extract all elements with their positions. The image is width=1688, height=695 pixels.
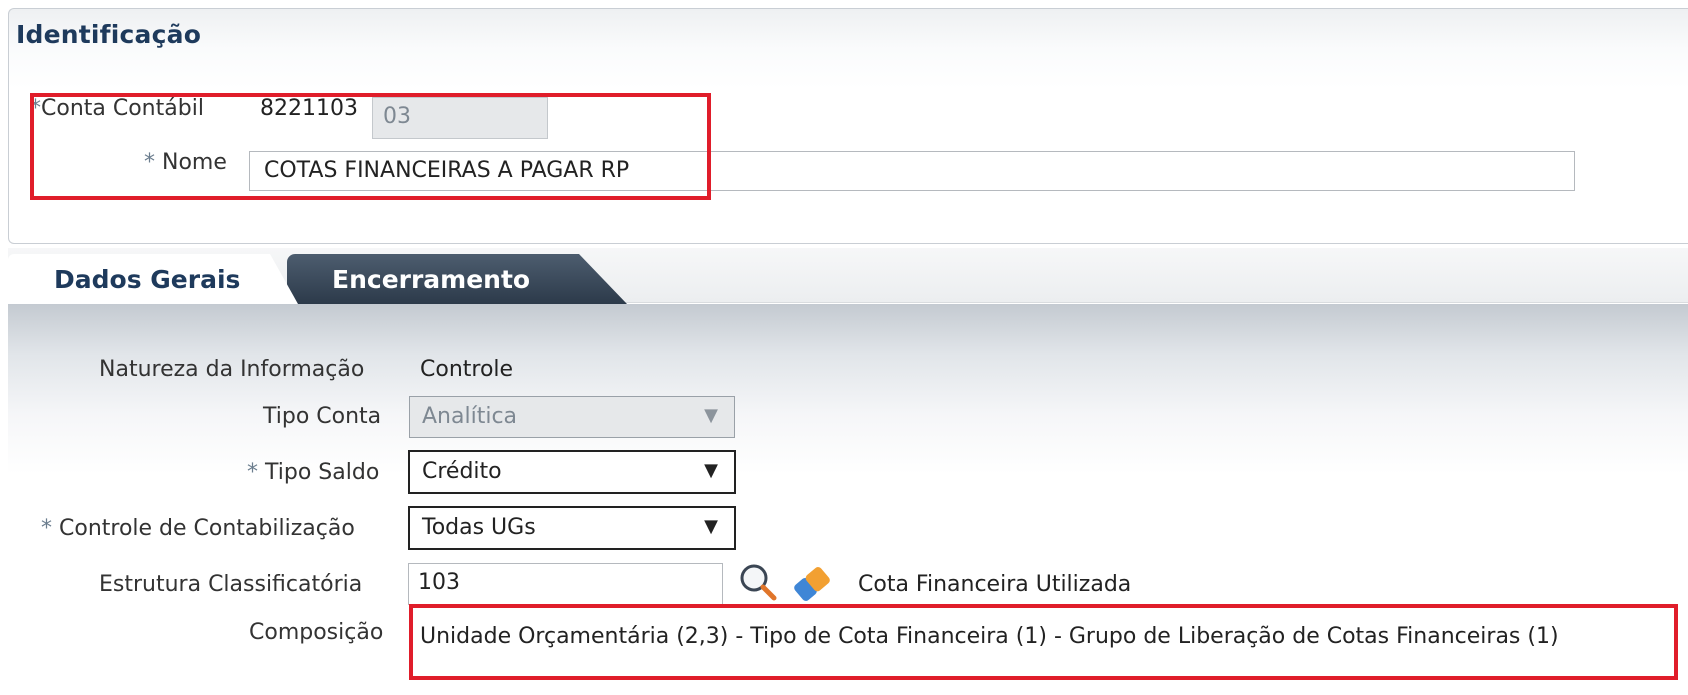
estrutura-label: Estrutura Classificatória xyxy=(99,572,363,597)
tipo-saldo-value: Crédito xyxy=(422,459,502,484)
tipo-conta-select: Analítica ▼ xyxy=(409,396,735,438)
required-mark: * xyxy=(247,460,258,485)
tab-dados-gerais[interactable]: Dados Gerais xyxy=(8,254,298,304)
chevron-down-icon: ▼ xyxy=(704,460,718,481)
chevron-down-icon: ▼ xyxy=(704,516,718,537)
conta-contabil-prefix: 8221103 xyxy=(260,96,358,121)
nome-label: * Nome xyxy=(144,150,227,175)
composicao-value: Unidade Orçamentária (2,3) - Tipo de Cot… xyxy=(420,624,1559,649)
controle-contabilizacao-select[interactable]: Todas UGs ▼ xyxy=(408,506,736,550)
conta-contabil-label: *Conta Contábil xyxy=(30,96,204,121)
composicao-label: Composição xyxy=(249,620,384,645)
conta-contabil-label-text: Conta Contábil xyxy=(41,96,204,121)
estrutura-description: Cota Financeira Utilizada xyxy=(858,572,1132,597)
tipo-saldo-label: * Tipo Saldo xyxy=(247,460,379,485)
required-mark: * xyxy=(41,516,52,541)
natureza-label: Natureza da Informação xyxy=(99,357,365,382)
identification-panel xyxy=(8,8,1688,244)
tipo-conta-value: Analítica xyxy=(422,404,518,429)
controle-contabilizacao-label: * Controle de Contabilização xyxy=(41,516,355,541)
search-icon[interactable] xyxy=(738,562,780,604)
eraser-icon[interactable] xyxy=(791,563,833,605)
natureza-value: Controle xyxy=(420,357,514,382)
estrutura-input[interactable]: 103 xyxy=(408,563,723,605)
chevron-down-icon: ▼ xyxy=(704,405,718,426)
required-mark: * xyxy=(30,96,41,121)
tab-encerramento[interactable]: Encerramento xyxy=(287,254,627,304)
section-title: Identificação xyxy=(16,20,202,49)
required-mark: * xyxy=(144,150,155,175)
controle-contabilizacao-label-text: Controle de Contabilização xyxy=(59,516,355,541)
controle-contabilizacao-value: Todas UGs xyxy=(422,515,536,540)
conta-contabil-suffix-input: 03 xyxy=(372,97,548,139)
tipo-saldo-label-text: Tipo Saldo xyxy=(265,460,380,485)
tipo-saldo-select[interactable]: Crédito ▼ xyxy=(408,450,736,494)
nome-input[interactable]: COTAS FINANCEIRAS A PAGAR RP xyxy=(249,151,1575,191)
nome-label-text: Nome xyxy=(162,150,227,175)
tipo-conta-label: Tipo Conta xyxy=(263,404,382,429)
